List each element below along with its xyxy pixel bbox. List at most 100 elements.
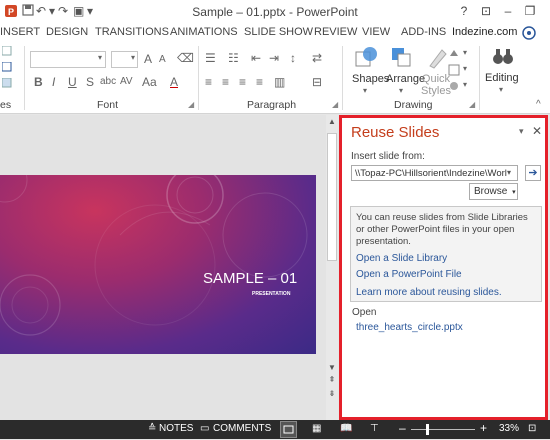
clear-format-icon[interactable]: ⌫ (177, 51, 194, 65)
strikethrough-button[interactable]: S (86, 75, 94, 89)
chevron-down-icon[interactable]: ▾ (363, 86, 367, 95)
scroll-up-icon[interactable]: ▲ (327, 117, 337, 129)
chevron-down-icon[interactable]: ▾ (131, 53, 135, 62)
chevron-down-icon[interactable]: ▾ (499, 85, 503, 94)
arrange-button[interactable]: Arrange (386, 73, 425, 85)
open-slide-library-link[interactable]: Open a Slide Library (356, 253, 447, 264)
tab-review[interactable]: REVIEW (314, 26, 357, 38)
slide-path-value: \\Topaz-PC\Hillsorient\Indezine\Worl (355, 168, 507, 179)
zoom-in-button[interactable]: + (480, 421, 487, 435)
chevron-down-icon[interactable]: ▾ (507, 168, 517, 177)
editing-button[interactable]: Editing (485, 72, 519, 84)
restore-button[interactable]: ❐ (520, 2, 540, 20)
tab-transitions[interactable]: TRANSITIONS (95, 26, 169, 38)
slide-title: SAMPLE – 01 (203, 270, 298, 287)
text-direction-icon[interactable]: ⇄ (312, 51, 322, 65)
section-icon[interactable] (1, 77, 12, 91)
chevron-down-icon[interactable]: ▾ (463, 80, 467, 89)
tab-indezine[interactable]: Indezine.com (452, 26, 517, 38)
align-left-icon[interactable]: ≡ (205, 75, 212, 89)
pane-options-icon[interactable]: ▾ (519, 126, 524, 137)
divider (198, 46, 199, 110)
slideshow-view-icon[interactable]: ⊤ (370, 423, 379, 434)
paragraph-dialog-launcher-icon[interactable]: ◢ (332, 100, 338, 109)
comments-icon[interactable]: ▭ (200, 423, 209, 434)
slide-thumbnail[interactable]: SAMPLE – 01 PRESENTATION (0, 175, 316, 354)
chevron-down-icon[interactable]: ▾ (463, 48, 467, 57)
arrange-icon[interactable] (389, 44, 415, 75)
shape-effects-icon[interactable] (448, 80, 460, 95)
comments-button[interactable]: COMMENTS (213, 423, 271, 434)
quick-styles-icon[interactable] (426, 44, 448, 75)
zoom-slider-track[interactable] (411, 429, 475, 430)
shapes-icon[interactable] (353, 44, 381, 75)
open-powerpoint-file-link[interactable]: Open a PowerPoint File (356, 269, 462, 280)
shape-fill-icon[interactable] (448, 48, 460, 63)
scroll-thumb[interactable] (327, 133, 337, 261)
layout-icon[interactable] (1, 45, 12, 59)
go-arrow-button[interactable]: ➔ (525, 165, 541, 181)
change-case-button[interactable]: Aa (142, 75, 157, 89)
slide-sorter-icon[interactable]: ▦ (312, 423, 321, 434)
tab-view[interactable]: VIEW (362, 26, 390, 38)
zoom-level[interactable]: 33% (499, 423, 519, 434)
recent-file-link[interactable]: three_hearts_circle.pptx (356, 322, 463, 333)
info-text: You can reuse slides from Slide Librarie… (356, 212, 528, 247)
notes-button[interactable]: NOTES (159, 423, 193, 434)
minimize-button[interactable]: – (498, 2, 518, 20)
browse-button[interactable]: Browse ▾ (469, 183, 518, 200)
line-spacing-icon[interactable]: ↕ (290, 51, 296, 65)
pane-title: Reuse Slides (351, 124, 440, 141)
chevron-down-icon[interactable]: ▾ (399, 86, 403, 95)
binoculars-icon[interactable] (491, 44, 515, 71)
zoom-slider-thumb[interactable] (426, 424, 429, 435)
underline-button[interactable]: U (68, 75, 77, 89)
group-label-font: Font (97, 99, 119, 111)
character-spacing-button[interactable]: AV (120, 76, 133, 87)
notes-icon[interactable]: ≙ (148, 423, 156, 434)
justify-icon[interactable]: ≡ (256, 75, 263, 89)
numbering-icon[interactable]: ☷ (228, 51, 239, 65)
learn-more-link[interactable]: Learn more about reusing slides. (356, 287, 502, 298)
bullets-icon[interactable]: ☰ (205, 51, 216, 65)
bold-button[interactable]: B (34, 75, 43, 89)
increase-indent-icon[interactable]: ⇥ (269, 51, 279, 65)
zoom-out-button[interactable]: – (399, 421, 406, 435)
previous-slide-icon[interactable]: ⇞ (327, 375, 337, 385)
chevron-down-icon[interactable]: ▾ (98, 53, 102, 62)
chevron-down-icon[interactable]: ▾ (463, 64, 467, 73)
fit-to-window-icon[interactable]: ⊡ (528, 423, 536, 434)
tab-animations[interactable]: ANIMATIONS (170, 26, 238, 38)
quick-styles-button[interactable]: Quick Styles (421, 73, 451, 97)
tab-design[interactable]: DESIGN (46, 26, 88, 38)
slide-path-field[interactable]: \\Topaz-PC\Hillsorient\Indezine\Worl ▾ (351, 165, 518, 181)
italic-button[interactable]: I (52, 75, 55, 89)
next-slide-icon[interactable]: ⇟ (327, 389, 337, 399)
shape-outline-icon[interactable] (448, 64, 460, 79)
drawing-dialog-launcher-icon[interactable]: ◢ (469, 100, 475, 109)
tab-add-ins[interactable]: ADD-INS (401, 26, 446, 38)
shadow-button[interactable]: abc (100, 76, 116, 87)
align-text-icon[interactable]: ⊟ (312, 75, 322, 89)
shrink-font-button[interactable]: A (159, 54, 166, 65)
vertical-scrollbar[interactable]: ▲ ▼ ⇞ ⇟ (326, 115, 338, 420)
decrease-indent-icon[interactable]: ⇤ (251, 51, 261, 65)
font-name-dropdown[interactable] (30, 51, 106, 68)
columns-icon[interactable]: ▥ (274, 75, 285, 89)
font-dialog-launcher-icon[interactable]: ◢ (188, 100, 194, 109)
tab-insert[interactable]: INSERT (0, 26, 40, 38)
collapse-ribbon-icon[interactable]: ^ (536, 99, 541, 110)
font-color-button[interactable]: A (170, 75, 178, 89)
align-right-icon[interactable]: ≡ (239, 75, 246, 89)
normal-view-button[interactable] (280, 421, 297, 438)
ribbon-display-button[interactable]: ⊡ (476, 2, 496, 20)
scroll-down-icon[interactable]: ▼ (327, 363, 337, 373)
tab-slide-show[interactable]: SLIDE SHOW (244, 26, 313, 38)
help-button[interactable]: ? (454, 2, 474, 20)
close-icon[interactable]: ✕ (532, 124, 542, 138)
grow-font-button[interactable]: A (144, 52, 152, 66)
reset-icon[interactable] (1, 61, 12, 75)
reading-view-icon[interactable]: 📖 (340, 423, 352, 434)
align-center-icon[interactable]: ≡ (222, 75, 229, 89)
shapes-button[interactable]: Shapes (352, 73, 389, 85)
